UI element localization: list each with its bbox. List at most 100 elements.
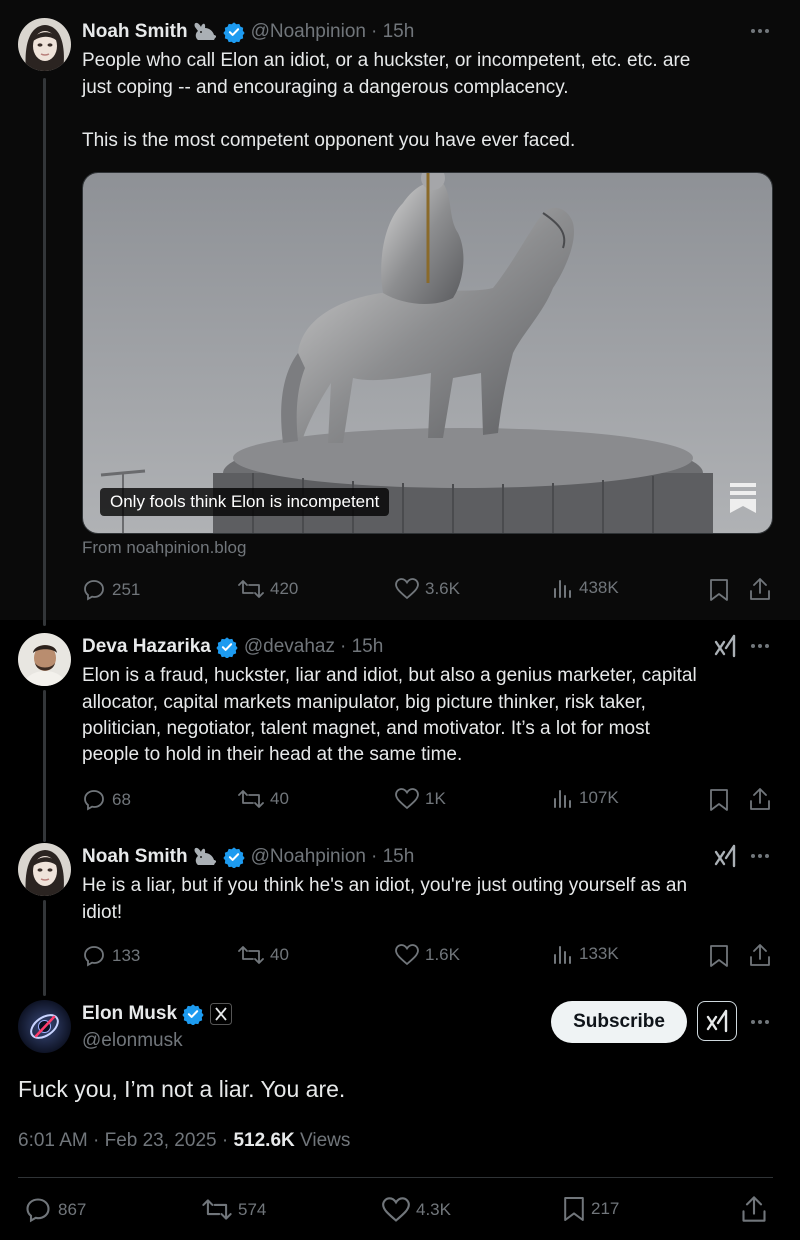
verified-icon (216, 636, 238, 658)
bookmark-icon (564, 1197, 584, 1221)
substack-icon (730, 483, 756, 518)
repost-count: 40 (270, 945, 289, 964)
views-button[interactable]: 133K (553, 944, 619, 964)
bookmark-count: 217 (591, 1199, 620, 1218)
author-handle[interactable]: @elonmusk (82, 1028, 183, 1055)
divider (18, 1177, 773, 1178)
author-name[interactable]: Noah Smith (82, 21, 188, 43)
reply-icon (84, 790, 104, 811)
like-icon (382, 1197, 410, 1222)
views-icon (554, 790, 571, 808)
like-button[interactable]: 1K (395, 788, 446, 810)
verified-icon (222, 21, 245, 43)
reply-count: 68 (112, 790, 131, 809)
like-button[interactable]: 4.3K (382, 1197, 451, 1223)
share-button[interactable] (749, 577, 771, 601)
repost-count: 40 (270, 789, 289, 808)
share-icon (750, 944, 770, 966)
like-button[interactable]: 1.6K (395, 944, 460, 966)
like-count: 1K (425, 789, 446, 808)
bookmark-button[interactable] (709, 578, 729, 602)
tweet-time[interactable]: · 15h (340, 636, 383, 658)
share-button[interactable] (749, 787, 771, 811)
reply-icon (84, 946, 104, 967)
rabbit-icon (192, 846, 218, 868)
views-count: 438K (579, 578, 619, 597)
share-icon (750, 578, 770, 600)
more-icon[interactable] (749, 635, 771, 657)
x-affiliate-icon[interactable] (210, 1003, 233, 1025)
bookmark-icon (710, 945, 728, 967)
like-icon (395, 578, 419, 600)
author-handle[interactable]: @devahaz (244, 636, 335, 658)
reply-button[interactable]: 68 (82, 788, 131, 812)
views-count: 133K (579, 944, 619, 963)
bookmark-icon (710, 789, 728, 811)
more-icon[interactable] (749, 1011, 771, 1033)
like-count: 1.6K (425, 945, 460, 964)
reply-button[interactable]: 867 (24, 1196, 86, 1224)
share-button[interactable] (749, 943, 771, 967)
bookmark-button[interactable]: 217 (563, 1195, 619, 1223)
author-name[interactable]: Elon Musk (82, 1003, 177, 1025)
tweet-text-line: He is a liar, but if you think he's an i… (82, 875, 688, 896)
reply-count: 867 (58, 1200, 87, 1219)
more-icon[interactable] (749, 20, 771, 42)
reply-icon (84, 580, 104, 601)
share-icon (742, 1196, 766, 1222)
views-button[interactable]: 438K (553, 578, 619, 598)
tweet-time[interactable]: · 15h (371, 846, 414, 868)
avatar[interactable] (18, 843, 71, 896)
thread-line (43, 900, 46, 996)
like-icon (395, 788, 419, 810)
author-name[interactable]: Noah Smith (82, 846, 188, 868)
bookmark-button[interactable] (709, 788, 729, 812)
repost-count: 420 (270, 579, 299, 598)
tweet-text-line: Elon is a fraud, huckster, liar and idio… (82, 665, 697, 686)
subscribe-button[interactable]: Subscribe (551, 1001, 687, 1043)
card-source[interactable]: From noahpinion.blog (82, 538, 246, 558)
views-label: Views (300, 1130, 351, 1151)
views-icon (554, 580, 571, 598)
view-count: 512.6K (233, 1130, 295, 1151)
grok-icon (706, 1009, 728, 1033)
rabbit-icon (192, 21, 218, 43)
grok-button[interactable] (697, 1001, 737, 1041)
tweet-text-line: idiot! (82, 902, 123, 923)
verified-icon (182, 1003, 204, 1025)
reply-button[interactable]: 251 (82, 578, 140, 602)
repost-button[interactable]: 40 (238, 788, 289, 810)
reply-button[interactable]: 133 (82, 944, 140, 968)
bookmark-button[interactable] (709, 944, 729, 968)
reply-count: 133 (112, 946, 141, 965)
tweet-text-line: politician, negotiator, talent magnet, a… (82, 718, 650, 739)
tweet-timestamp[interactable]: 6:01 AM · Feb 23, 2025 · (18, 1130, 233, 1151)
repost-icon (202, 1199, 232, 1220)
repost-button[interactable]: 574 (202, 1197, 266, 1222)
grok-icon[interactable] (713, 844, 737, 873)
tweet-text-line: This is the most competent opponent you … (82, 130, 576, 151)
views-button[interactable]: 107K (553, 788, 619, 808)
avatar[interactable] (18, 1000, 71, 1053)
tweet-text-line: allocator, capital markets manipulator, … (82, 692, 646, 713)
like-count: 3.6K (425, 579, 460, 598)
link-card[interactable]: Only fools think Elon is incompetent (82, 172, 773, 534)
author-handle[interactable]: @Noahpinion (251, 21, 366, 43)
tweet-time[interactable]: · 15h (371, 21, 414, 43)
author-name[interactable]: Deva Hazarika (82, 636, 211, 658)
tweet-text-line: just coping -- and encouraging a dangero… (82, 77, 569, 98)
author-handle[interactable]: @Noahpinion (251, 846, 366, 868)
repost-button[interactable]: 420 (238, 578, 298, 600)
avatar[interactable] (18, 18, 71, 71)
verified-icon (222, 846, 245, 868)
grok-icon[interactable] (713, 634, 737, 663)
avatar[interactable] (18, 633, 71, 686)
like-icon (395, 944, 419, 966)
like-button[interactable]: 3.6K (395, 578, 460, 600)
card-title: Only fools think Elon is incompetent (100, 488, 390, 516)
tweet-text-line: People who call Elon an idiot, or a huck… (82, 50, 691, 71)
share-button[interactable] (741, 1195, 767, 1223)
more-icon[interactable] (749, 845, 771, 867)
repost-button[interactable]: 40 (238, 944, 289, 966)
share-icon (750, 788, 770, 810)
